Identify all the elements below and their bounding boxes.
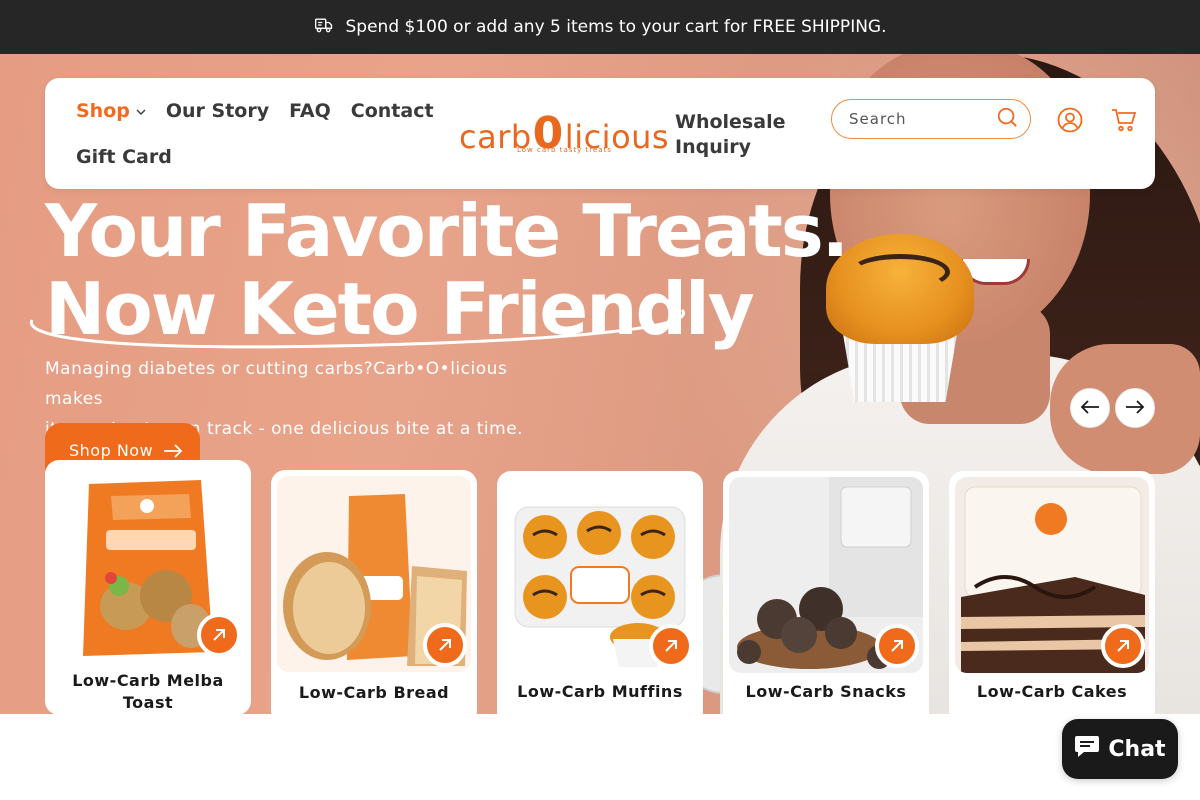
announcement-bar: Spend $100 or add any 5 items to your ca…	[0, 0, 1200, 54]
product-card-snacks[interactable]: Low-Carb Snacks	[723, 471, 929, 726]
carousel-prev-button[interactable]	[1070, 388, 1110, 428]
nav-our-story[interactable]: Our Story	[166, 100, 269, 122]
hero-headline-line1: Your Favorite Treats.	[45, 189, 849, 273]
header-nav: Shop Our Story FAQ Contact Gift Card car…	[45, 78, 1155, 189]
headline-swoosh	[29, 308, 686, 349]
product-label: Low-Carb Snacks	[745, 682, 907, 701]
product-label: Low-Carb Muffins	[517, 682, 683, 701]
product-card-muffins[interactable]: Low-Carb Muffins	[497, 471, 703, 726]
nav-contact[interactable]: Contact	[351, 100, 434, 122]
nav-links: Shop Our Story FAQ Contact Gift Card	[76, 96, 436, 188]
product-card-melba-toast[interactable]: Low-Carb Melba Toast	[45, 460, 251, 715]
arrow-right-icon	[163, 441, 183, 462]
product-card-bread[interactable]: Low-Carb Bread	[271, 470, 477, 725]
chevron-down-icon	[136, 100, 146, 122]
nav-gift-card[interactable]: Gift Card	[76, 146, 172, 168]
search-input[interactable]	[849, 110, 979, 128]
arrow-up-right-icon[interactable]	[423, 623, 467, 667]
search-box[interactable]	[831, 99, 1031, 139]
arrow-left-icon	[1080, 399, 1100, 418]
nav-faq[interactable]: FAQ	[289, 100, 331, 122]
product-carousel: Low-Carb Melba Toast Low-Carb Bread Low-…	[45, 460, 1155, 726]
product-card-cakes[interactable]: Low-Carb Cakes	[949, 471, 1155, 726]
carousel-next-button[interactable]	[1115, 388, 1155, 428]
truck-icon	[314, 15, 334, 40]
product-label: Low-Carb Bread	[298, 683, 450, 702]
announcement-text: Spend $100 or add any 5 items to your ca…	[345, 17, 887, 37]
product-label: Low-Carb Cakes	[976, 682, 1128, 701]
arrow-up-right-icon[interactable]	[875, 624, 919, 668]
search-icon[interactable]	[996, 106, 1018, 132]
arrow-up-right-icon[interactable]	[197, 613, 241, 657]
nav-shop[interactable]: Shop	[76, 100, 146, 122]
nav-wholesale-inquiry[interactable]: Wholesale Inquiry	[675, 110, 805, 160]
product-label: Low-Carb Melba Toast	[72, 671, 224, 712]
account-icon[interactable]	[1057, 107, 1083, 133]
arrow-right-icon	[1125, 399, 1145, 418]
brand-logo[interactable]: carb 0 licious Low carb tasty treats	[459, 108, 669, 159]
chat-bubble-icon	[1074, 734, 1100, 764]
chat-button[interactable]: Chat	[1062, 719, 1178, 779]
cart-icon[interactable]	[1111, 107, 1137, 133]
arrow-up-right-icon[interactable]	[649, 624, 693, 668]
arrow-up-right-icon[interactable]	[1101, 624, 1145, 668]
